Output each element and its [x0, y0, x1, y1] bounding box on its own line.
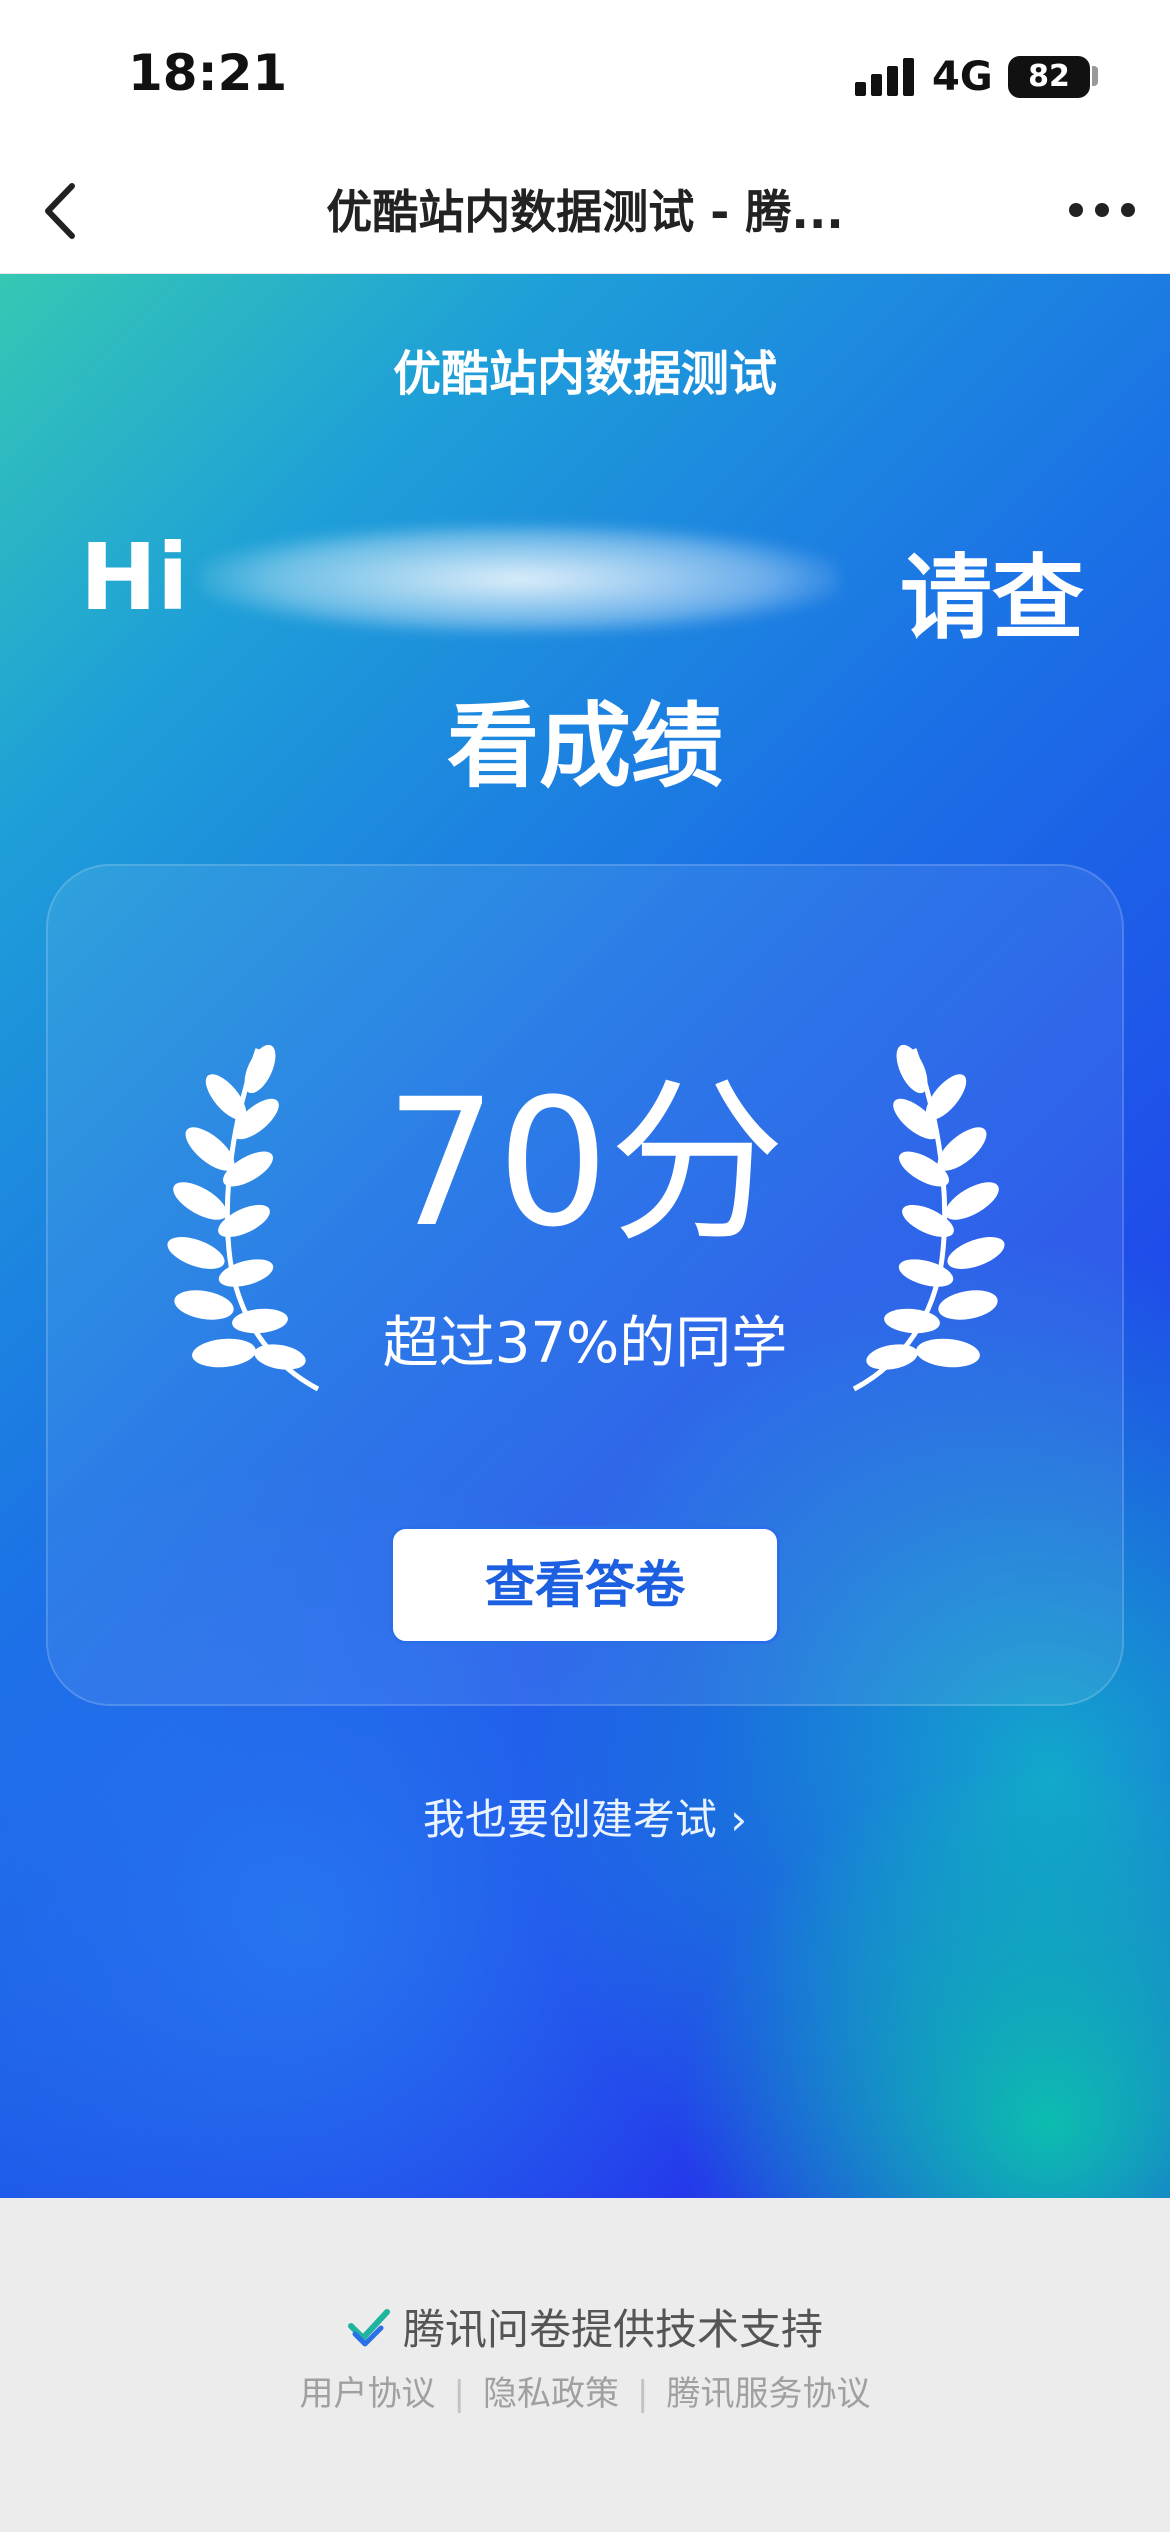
chevron-left-icon	[45, 183, 75, 239]
divider: |	[453, 2374, 465, 2414]
ellipsis-icon	[1069, 203, 1135, 217]
survey-title: 优酷站内数据测试	[392, 346, 777, 402]
create-exam-link[interactable]: 我也要创建考试 ›	[0, 1786, 1170, 1847]
redacted-username	[200, 524, 840, 634]
footer: 腾讯问卷提供技术支持 用户协议 | 隐私政策 | 腾讯服务协议	[0, 2198, 1170, 2532]
user-agreement-link[interactable]: 用户协议	[300, 2374, 436, 2414]
footer-links: 用户协议 | 隐私政策 | 腾讯服务协议	[0, 2366, 1170, 2415]
powered-by: 腾讯问卷提供技术支持	[0, 2296, 1170, 2357]
tencent-service-agreement-link[interactable]: 腾讯服务协议	[666, 2374, 870, 2414]
result-hero: 优酷站内数据测试 Hi 请查 看成绩 70分 超过37%的同学 查看答卷 我也要…	[0, 274, 1170, 2198]
powered-by-text: 腾讯问卷提供技术支持	[402, 2305, 823, 2354]
tencent-survey-logo-icon	[347, 2309, 390, 2347]
signal-icon	[855, 56, 915, 96]
back-button[interactable]	[30, 176, 100, 246]
greeting-line2: 看成绩	[446, 693, 723, 800]
battery-tip	[1092, 66, 1098, 86]
network-type: 4G	[932, 54, 993, 100]
page-title: 优酷站内数据测试 - 腾...	[326, 185, 844, 239]
greeting-prefix: Hi	[80, 524, 189, 631]
battery-icon: 82	[1008, 56, 1090, 98]
view-answers-button[interactable]: 查看答卷	[390, 1526, 780, 1644]
nav-bar: 优酷站内数据测试 - 腾...	[0, 150, 1170, 274]
status-time: 18:21	[128, 44, 288, 102]
divider: |	[637, 2374, 649, 2414]
more-button[interactable]	[1062, 180, 1142, 240]
score-value: 70分	[385, 1061, 785, 1266]
greeting-suffix: 请查	[900, 545, 1085, 652]
status-bar: 18:21 4G 82	[0, 0, 1170, 150]
privacy-policy-link[interactable]: 隐私政策	[483, 2374, 619, 2414]
score-percentile: 超过37%的同学	[382, 1311, 788, 1376]
